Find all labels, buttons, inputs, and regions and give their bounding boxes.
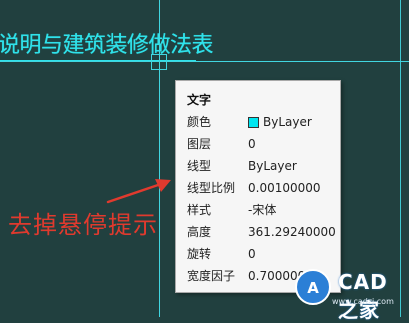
- color-swatch-icon: [248, 116, 259, 128]
- prop-value: ByLayer: [248, 159, 297, 173]
- prop-value: 361.29240000: [248, 225, 336, 239]
- prop-key: 颜色: [187, 115, 212, 129]
- prop-row-layer: 图层 0: [187, 134, 337, 154]
- prop-row-linetype: 线型 ByLayer: [187, 156, 337, 176]
- prop-value: 0.00100000: [248, 181, 321, 195]
- prop-row-style: 样式 -宋体: [187, 200, 337, 220]
- prop-value: 0: [248, 137, 256, 151]
- watermark-brand: CAD: [338, 270, 388, 294]
- prop-value: -宋体: [248, 203, 277, 217]
- hover-properties-tooltip: 文字 颜色 ByLayer 图层 0 线型 ByLayer 线型比例 0.001…: [175, 80, 341, 293]
- tooltip-title: 文字: [187, 93, 212, 107]
- prop-row-height: 高度 361.29240000: [187, 222, 337, 242]
- prop-key: 宽度因子: [187, 269, 236, 283]
- prop-row-color: 颜色 ByLayer: [187, 112, 337, 132]
- crosshair-vertical: [159, 0, 160, 317]
- prop-row-rotation: 旋转 0: [187, 244, 337, 264]
- svg-text:A: A: [307, 279, 319, 297]
- prop-key: 高度: [187, 225, 212, 239]
- drawing-title-text[interactable]: 说明与建筑装修做法表: [0, 32, 214, 60]
- site-watermark: A CAD之家 www.cadzj.com: [288, 264, 406, 322]
- prop-key: 线型: [187, 159, 212, 173]
- prop-value: 0: [248, 247, 256, 261]
- prop-key: 线型比例: [187, 181, 236, 195]
- prop-key: 旋转: [187, 247, 212, 261]
- prop-row-linetype-scale: 线型比例 0.00100000: [187, 178, 337, 198]
- prop-key: 样式: [187, 203, 212, 217]
- prop-value: ByLayer: [263, 115, 312, 129]
- cursor-pickbox: [151, 54, 167, 70]
- cad-drawing-canvas[interactable]: 说明与建筑装修做法表 文字 颜色 ByLayer 图层 0 线型 ByLayer…: [0, 0, 409, 322]
- annotation-label: 去掉悬停提示: [8, 211, 158, 239]
- crosshair-horizontal: [0, 61, 409, 62]
- prop-key: 图层: [187, 137, 212, 151]
- watermark-url: www.cadzj.com: [332, 297, 394, 306]
- cad-logo-icon: A: [295, 269, 331, 305]
- annotation-arrow-icon: [106, 179, 171, 204]
